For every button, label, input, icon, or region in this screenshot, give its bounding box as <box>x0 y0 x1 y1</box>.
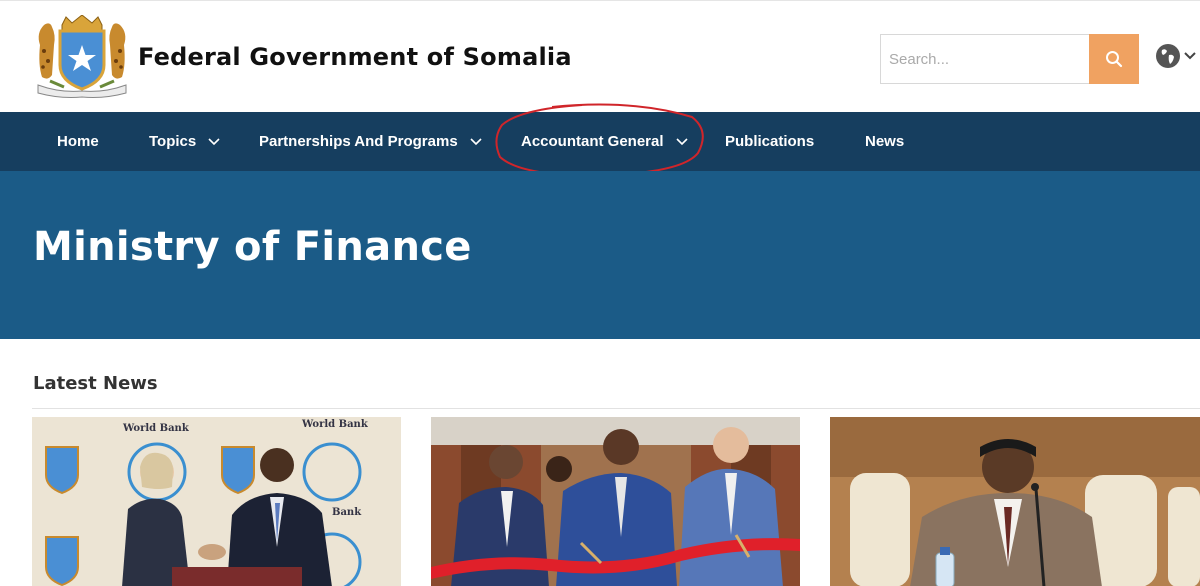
search-form <box>880 34 1139 84</box>
nav-label: Publications <box>725 133 815 150</box>
site-header: Federal Government of Somalia <box>0 0 1200 112</box>
search-input[interactable] <box>880 34 1089 84</box>
page-title: Ministry of Finance <box>33 224 472 270</box>
nav-item-accountant-general[interactable]: Accountant General <box>521 112 688 171</box>
photo-text: Bank <box>332 507 362 518</box>
nav-label: Home <box>57 133 99 150</box>
main-navigation: Home Topics Partnerships And Programs Ac… <box>0 112 1200 171</box>
nav-label: Topics <box>149 133 197 150</box>
language-selector[interactable] <box>1155 43 1197 69</box>
globe-icon <box>1156 44 1180 68</box>
nav-label: Partnerships And Programs <box>259 133 458 150</box>
nav-item-publications[interactable]: Publications <box>725 112 814 171</box>
site-title[interactable]: Federal Government of Somalia <box>138 43 572 71</box>
chevron-down-icon <box>470 137 482 145</box>
chevron-down-icon <box>208 137 220 145</box>
divider <box>32 408 1200 409</box>
somalia-coat-of-arms-logo[interactable] <box>30 15 134 99</box>
news-photo-ribbon-cutting <box>431 417 800 586</box>
search-icon <box>1106 51 1123 68</box>
brand[interactable]: Federal Government of Somalia <box>30 15 572 99</box>
news-card-image[interactable] <box>431 417 800 586</box>
news-photo-official <box>830 417 1200 586</box>
nav-item-topics[interactable]: Topics <box>149 112 220 171</box>
nav-item-partnerships-and-programs[interactable]: Partnerships And Programs <box>259 112 482 171</box>
photo-text: World Bank <box>122 423 190 434</box>
photo-text: World Bank <box>301 419 369 430</box>
chevron-down-icon <box>675 137 688 145</box>
news-card-image[interactable] <box>830 417 1200 586</box>
latest-news-heading: Latest News <box>33 373 158 394</box>
page-hero: Ministry of Finance <box>0 171 1200 339</box>
news-photo-signing: World Bank World Bank Bank <box>32 417 401 586</box>
nav-label: Accountant General <box>521 133 664 150</box>
nav-item-home[interactable]: Home <box>57 112 99 171</box>
news-card-image[interactable]: World Bank World Bank Bank <box>32 417 401 586</box>
search-button[interactable] <box>1089 34 1139 84</box>
nav-item-news[interactable]: News <box>865 112 904 171</box>
nav-label: News <box>865 133 905 150</box>
chevron-down-icon <box>1184 52 1196 60</box>
